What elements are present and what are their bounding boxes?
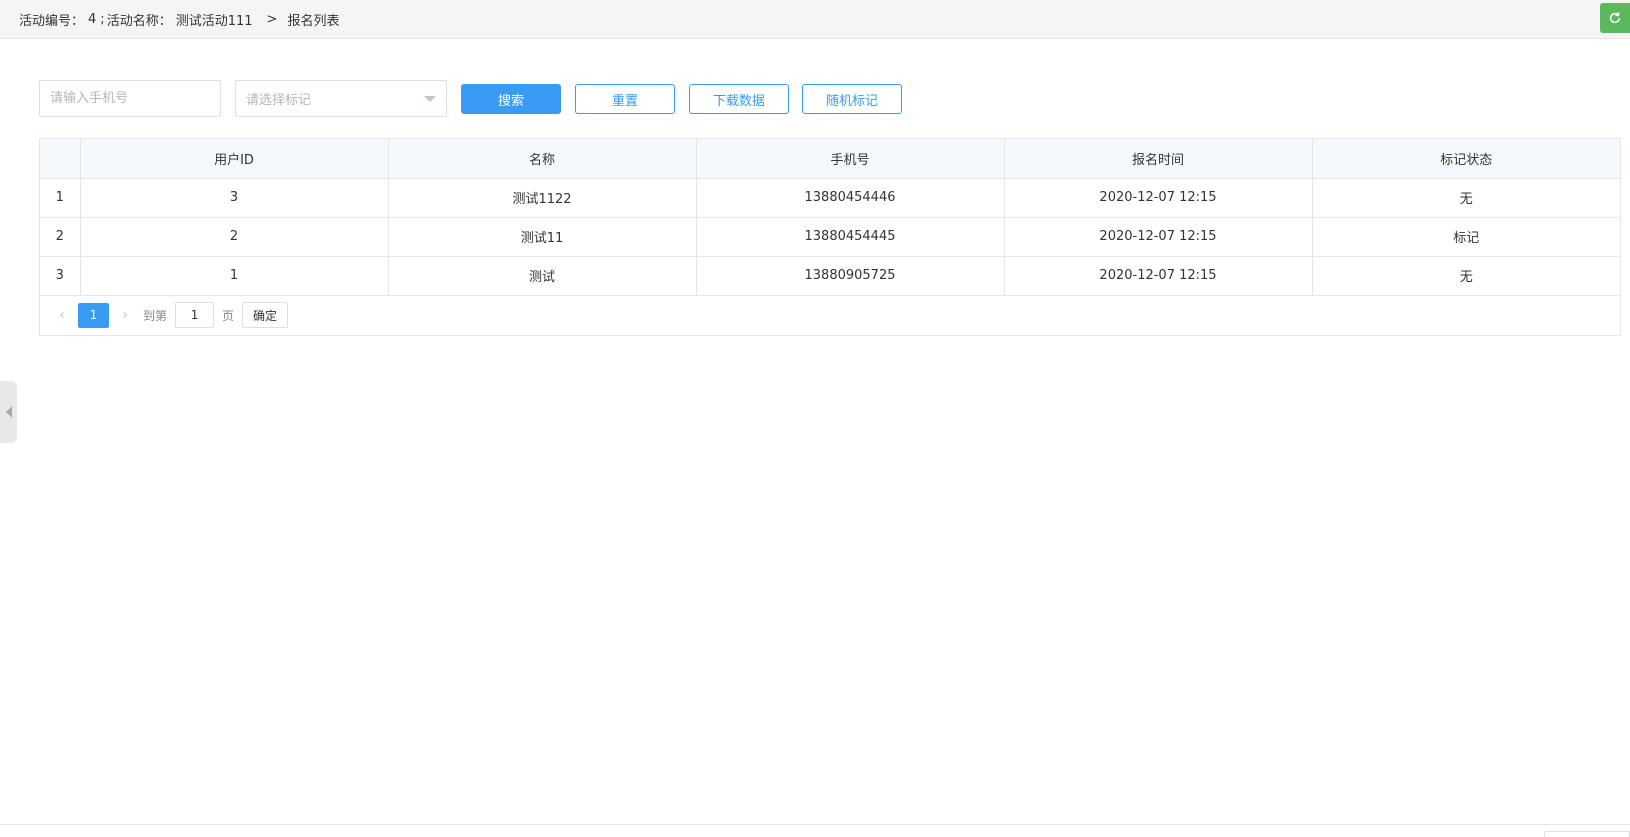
table-header-row: 用户ID 名称 手机号 报名时间 标记状态 bbox=[40, 139, 1620, 179]
column-header-user-id: 用户ID bbox=[80, 139, 389, 179]
refresh-button[interactable] bbox=[1600, 3, 1630, 33]
status-cell: 无 bbox=[1312, 256, 1620, 296]
goto-confirm-button[interactable]: 确定 bbox=[242, 302, 289, 328]
mark-select-placeholder: 请选择标记 bbox=[246, 93, 312, 108]
phone-cell: 13880454445 bbox=[696, 217, 1005, 257]
page-label: 页 bbox=[222, 308, 235, 323]
name-cell: 测试1122 bbox=[388, 178, 697, 218]
footer-divider bbox=[0, 824, 1630, 825]
random-mark-button[interactable]: 随机标记 bbox=[802, 84, 902, 114]
registration-table: 用户ID 名称 手机号 报名时间 标记状态 1 3 测试1122 1388045… bbox=[39, 138, 1621, 336]
goto-label: 到第 bbox=[143, 308, 168, 323]
activity-name: 测试活动111 bbox=[175, 13, 253, 29]
breadcrumb-arrow: > bbox=[266, 11, 278, 27]
pagination: ‹ 1 › 到第 页 确定 bbox=[40, 296, 1620, 335]
time-cell: 2020-12-07 12:15 bbox=[1004, 178, 1313, 218]
row-index: 1 bbox=[40, 178, 81, 218]
user-id-cell: 2 bbox=[80, 217, 389, 257]
table-row: 2 2 测试11 13880454445 2020-12-07 12:15 标记 bbox=[40, 217, 1620, 257]
column-header-name: 名称 bbox=[388, 139, 697, 179]
download-button[interactable]: 下载数据 bbox=[689, 84, 789, 114]
footer-tab bbox=[1544, 831, 1630, 837]
time-cell: 2020-12-07 12:15 bbox=[1004, 256, 1313, 296]
table-row: 3 1 测试 13880905725 2020-12-07 12:15 无 bbox=[40, 256, 1620, 296]
column-header-time: 报名时间 bbox=[1004, 139, 1313, 179]
time-cell: 2020-12-07 12:15 bbox=[1004, 217, 1313, 257]
refresh-icon bbox=[1609, 12, 1621, 24]
phone-cell: 13880454446 bbox=[696, 178, 1005, 218]
status-cell: 标记 bbox=[1312, 217, 1620, 257]
user-id-cell: 3 bbox=[80, 178, 389, 218]
goto-page-input[interactable] bbox=[175, 302, 215, 328]
reset-button[interactable]: 重置 bbox=[575, 84, 675, 114]
column-header-phone: 手机号 bbox=[696, 139, 1005, 179]
chevron-left-icon[interactable]: ‹ bbox=[52, 305, 72, 325]
user-id-cell: 1 bbox=[80, 256, 389, 296]
chevron-right-icon[interactable]: › bbox=[115, 305, 135, 325]
search-button[interactable]: 搜索 bbox=[461, 84, 561, 114]
breadcrumb-bar: 活动编号： 4 ; 活动名称： 测试活动111 > 报名列表 bbox=[0, 0, 1630, 39]
column-header-status: 标记状态 bbox=[1312, 139, 1620, 179]
table-row: 1 3 测试1122 13880454446 2020-12-07 12:15 … bbox=[40, 178, 1620, 218]
chevron-down-icon bbox=[424, 96, 436, 102]
phone-input[interactable] bbox=[39, 80, 221, 117]
name-cell: 测试11 bbox=[388, 217, 697, 257]
name-cell: 测试 bbox=[388, 256, 697, 296]
activity-no-label: 活动编号： bbox=[19, 13, 85, 29]
page-number-current[interactable]: 1 bbox=[78, 302, 109, 328]
column-header-index bbox=[40, 139, 81, 179]
phone-cell: 13880905725 bbox=[696, 256, 1005, 296]
activity-name-label: 活动名称： bbox=[106, 13, 172, 29]
sidebar-toggle[interactable] bbox=[0, 381, 17, 443]
page-title: 报名列表 bbox=[287, 13, 340, 29]
separator: ; bbox=[100, 11, 105, 27]
row-index: 2 bbox=[40, 217, 81, 257]
mark-select[interactable]: 请选择标记 bbox=[235, 80, 447, 117]
activity-no: 4 bbox=[88, 11, 97, 27]
row-index: 3 bbox=[40, 256, 81, 296]
caret-left-icon bbox=[5, 406, 12, 418]
status-cell: 无 bbox=[1312, 178, 1620, 218]
